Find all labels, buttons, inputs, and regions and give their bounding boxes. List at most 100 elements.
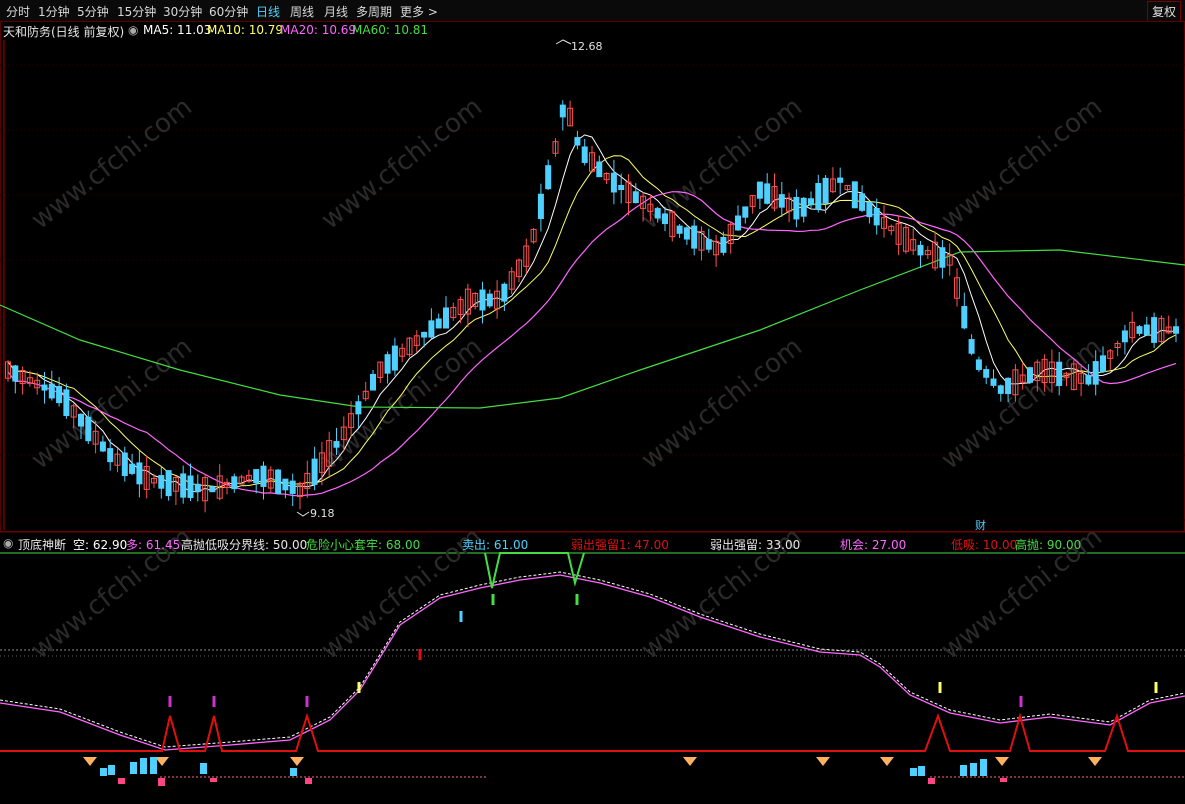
sell-value: 卖出: 61.00 [462, 538, 529, 552]
volume-bar [290, 768, 297, 776]
ma10-value: MA10: 10.79 [207, 23, 284, 37]
candle-body [85, 416, 92, 442]
candle-body [720, 236, 727, 253]
candle-body [990, 378, 997, 386]
candle-body [1085, 374, 1092, 385]
volume-bar-neg [210, 778, 217, 782]
candlestick-chart[interactable]: www.cfchi.com www.cfchi.com www.cfchi.com w… [0, 0, 1185, 804]
candle-body [479, 289, 486, 311]
candle-body [180, 473, 187, 498]
signal-tick [491, 594, 495, 605]
signal-tick [1019, 696, 1023, 707]
info-toggle-icon[interactable]: ◉ [128, 23, 138, 37]
volume-bar [100, 768, 107, 776]
candle-body [537, 193, 544, 220]
signal-tick [357, 682, 361, 693]
candle-body [632, 191, 639, 204]
candle-body [859, 193, 866, 211]
candle-body [421, 331, 428, 338]
gaopao-value: 高抛: 90.00 [1015, 538, 1082, 552]
candle-body [121, 452, 128, 476]
candle-body [56, 386, 63, 404]
candle-body [370, 373, 376, 391]
high-price-label: 12.68 [571, 40, 603, 53]
candle-body [260, 465, 267, 487]
candle-body [610, 172, 617, 193]
candle-body [837, 177, 844, 183]
watermark-text: www.cfchi.com [316, 92, 488, 236]
diamond-icon [683, 757, 697, 766]
signal-tick [575, 594, 579, 605]
candle-body [975, 359, 982, 370]
candle-body [333, 441, 340, 448]
candle-body [78, 413, 84, 427]
candle-body [545, 165, 552, 190]
candle-body [107, 448, 114, 463]
candle-body [158, 475, 165, 489]
candle-body [683, 227, 690, 240]
signal-tick [459, 611, 463, 622]
candle-body [1143, 324, 1150, 336]
signal-tick [418, 649, 422, 660]
indicator-toggle-icon[interactable]: ◉ [3, 536, 13, 550]
candle-body [800, 197, 807, 217]
candle-body [1100, 355, 1106, 373]
candle-body [662, 213, 668, 225]
candle-body [735, 215, 741, 231]
stock-title: 天和防务(日线 前复权) [3, 25, 125, 39]
weak1-value: 弱出强留1: 47.00 [571, 538, 669, 552]
volume-bar [108, 765, 115, 775]
candle-body [1027, 367, 1033, 383]
candle-body [209, 486, 216, 493]
watermark-text: www.cfchi.com [636, 332, 808, 476]
volume-bar [970, 763, 977, 776]
candle-body [983, 369, 990, 378]
candle-body [12, 365, 19, 382]
diamond-icon [155, 757, 169, 766]
candle-body [428, 320, 435, 338]
financial-report-marker[interactable]: 财 [975, 518, 986, 532]
diamond-icon [290, 757, 304, 766]
candle-body [1121, 330, 1128, 343]
signal-tick [305, 696, 309, 707]
candle-body [815, 183, 822, 210]
signal-tick [938, 682, 942, 693]
danger-value: 危险小心套牢: 68.00 [306, 538, 421, 552]
candle-body [705, 239, 712, 250]
volume-bar [910, 768, 917, 776]
dixi-value: 低吸: 10.00 [951, 538, 1018, 552]
candle-body [443, 307, 449, 329]
candle-body [654, 208, 661, 219]
candle-body [691, 225, 698, 249]
watermark-text: www.cfchi.com [26, 92, 198, 236]
candle-body [851, 181, 858, 209]
low-pointer [296, 511, 310, 517]
low-price-label: 9.18 [310, 507, 335, 520]
duo-value: 多: 61.45 [126, 538, 181, 552]
candle-body [968, 339, 975, 354]
ma60-value: MA60: 10.81 [352, 23, 429, 37]
candle-body [435, 318, 442, 329]
diamond-icon [995, 757, 1009, 766]
candle-body [136, 462, 143, 485]
dixi-signal-line [0, 712, 1185, 752]
candle-body [1173, 326, 1179, 334]
candle-body [1092, 361, 1099, 385]
signal-tick [168, 696, 172, 707]
volume-bar [140, 758, 147, 774]
volume-bar [980, 759, 987, 776]
weak-value: 弱出强留: 33.00 [710, 538, 801, 552]
candle-body [194, 483, 201, 493]
diamond-icon [880, 757, 894, 766]
candle-body [165, 470, 172, 497]
candle-body [253, 469, 260, 484]
candle-body [289, 480, 296, 494]
boundary-value: 高抛低吸分界线: 50.00 [181, 538, 308, 552]
candle-body [48, 383, 55, 399]
candle-body [822, 177, 829, 204]
candle-body [311, 458, 318, 485]
candle-body [486, 293, 493, 307]
ma20-value: MA20: 10.69 [280, 23, 357, 37]
candle-body [63, 389, 70, 417]
candle-body [391, 345, 398, 371]
